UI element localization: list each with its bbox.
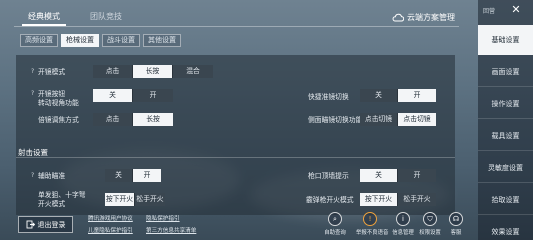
headset-icon: ☊ (449, 212, 463, 226)
divider (14, 26, 459, 27)
search-icon: ⌕ (328, 212, 342, 226)
link-user-agreement[interactable]: 腾讯游戏用户协议 (88, 214, 133, 222)
muzzle-hint-off[interactable]: 关 (360, 169, 398, 182)
sidebar-item-controls[interactable]: 操作设置 (478, 89, 533, 119)
aim-assist-label: 辅助瞄准 (38, 172, 66, 180)
scope-turn-on[interactable]: 开 (133, 89, 173, 102)
self-query-label: 自助查询 (324, 230, 346, 236)
report-icon: ! (363, 212, 377, 226)
close-icon[interactable]: ✕ (510, 4, 522, 16)
tab-high-frequency[interactable]: 高频设置 (20, 34, 58, 47)
scope-mode-hold[interactable]: 长按 (133, 65, 173, 78)
shield-icon: ⛉ (423, 212, 437, 226)
shotgun-fire-selector: 按下开火 松手开火 (360, 193, 436, 206)
cloud-icon (392, 13, 404, 21)
single-fire-label-2: 开火模式 (38, 200, 66, 208)
zoom-mode-hold[interactable]: 长按 (133, 113, 173, 126)
link-privacy[interactable]: 隐私保护指引 (146, 214, 180, 222)
quick-scope-selector: 关 开 (360, 89, 436, 102)
info-manage-label: 信息管理 (392, 230, 414, 236)
scope-mode-mixed[interactable]: 混合 (173, 65, 213, 78)
aim-assist-off[interactable]: 关 (105, 169, 133, 182)
shotgun-fire-press[interactable]: 按下开火 (360, 193, 398, 206)
settings-sidebar: 回营 ✕ 基础设置 画面设置 操作设置 载具设置 灵敏度设置 拾取设置 效果设置 (478, 0, 533, 240)
sidebar-item-pickup[interactable]: 拾取设置 (478, 185, 533, 215)
logout-button[interactable]: 退出登录 (18, 216, 73, 233)
quick-scope-on[interactable]: 开 (398, 89, 436, 102)
zoom-mode-label: 倍镜调焦方式 (38, 116, 79, 124)
single-fire-label: 单发狙、十字弩 (38, 191, 86, 199)
zoom-mode-selector: 点击 长按 (93, 113, 173, 126)
customer-service-button[interactable]: ☊ 客服 (442, 212, 470, 236)
permission-button[interactable]: ⛉ 权限设置 (416, 212, 444, 236)
info-icon: i (396, 212, 410, 226)
sidebar-header: 回营 ✕ (478, 4, 533, 18)
quick-scope-off[interactable]: 关 (360, 89, 398, 102)
sidebar-item-graphics[interactable]: 画面设置 (478, 57, 533, 87)
muzzle-hint-on[interactable]: 开 (398, 169, 436, 182)
side-scope-label: 侧面瞄镜切换功能 (308, 116, 363, 124)
quick-scope-label: 快捷准镜切换 (308, 93, 349, 101)
mode-tab-bar: 经典模式 团队竞技 云端方案管理 (0, 0, 478, 30)
tab-other[interactable]: 其他设置 (143, 34, 181, 47)
scope-mode-tap[interactable]: 点击 (93, 65, 133, 78)
cloud-scheme-button[interactable]: 云端方案管理 (392, 10, 455, 24)
info-manage-button[interactable]: i 信息管理 (389, 212, 417, 236)
cloud-scheme-label: 云端方案管理 (407, 12, 455, 22)
tab-firearm[interactable]: 枪械设置 (61, 34, 99, 47)
help-icon[interactable]: ? (31, 68, 34, 75)
single-fire-selector: 按下开火 松手开火 (105, 193, 165, 206)
muzzle-hint-label: 枪口顶墙提示 (308, 172, 349, 180)
shotgun-fire-label: 霰弹枪开火模式 (306, 196, 354, 204)
sidebar-item-vehicle[interactable]: 载具设置 (478, 121, 533, 151)
sidebar-item-effects[interactable]: 效果设置 (478, 217, 533, 240)
scope-turn-label: 开镜按钮 (38, 90, 66, 98)
report-voice-label: 举报不良语音 (356, 230, 389, 236)
return-camp-button[interactable]: 回营 (483, 6, 495, 15)
self-query-button[interactable]: ⌕ 自助查询 (321, 212, 349, 236)
logout-label: 退出登录 (37, 220, 66, 229)
scope-turn-label-2: 转动视角功能 (38, 99, 79, 107)
sub-tab-bar: 高频设置 枪械设置 战斗设置 其他设置 (20, 34, 181, 47)
help-icon[interactable]: ? (31, 90, 34, 97)
help-icon[interactable]: ? (31, 172, 34, 179)
aim-assist-on[interactable]: 开 (133, 169, 161, 182)
scope-turn-off[interactable]: 关 (93, 89, 133, 102)
customer-service-label: 客服 (450, 230, 462, 236)
side-scope-opt-2[interactable]: 点击切镜 (398, 113, 436, 126)
shotgun-fire-release[interactable]: 松手开火 (398, 193, 436, 206)
side-scope-opt-1[interactable]: 点击切镜 (360, 113, 398, 126)
sidebar-item-basic[interactable]: 基础设置 (478, 25, 533, 55)
link-third-party[interactable]: 第三方信息共享清单 (146, 226, 196, 234)
tab-classic-mode[interactable]: 经典模式 (22, 8, 66, 26)
logout-icon (26, 220, 35, 229)
divider (16, 157, 455, 158)
aim-assist-selector: 关 开 (105, 169, 161, 182)
tab-combat[interactable]: 战斗设置 (102, 34, 140, 47)
tab-team-deathmatch[interactable]: 团队竞技 (84, 8, 128, 26)
side-scope-selector: 点击切镜 点击切镜 (360, 113, 436, 126)
scope-mode-selector: 点击 长按 混合 (93, 65, 213, 78)
permission-label: 权限设置 (419, 230, 441, 236)
zoom-mode-tap[interactable]: 点击 (93, 113, 133, 126)
scope-mode-label: 开镜模式 (38, 68, 66, 76)
sidebar-item-sensitivity[interactable]: 灵敏度设置 (478, 153, 533, 183)
scope-turn-selector: 关 开 (93, 89, 173, 102)
single-fire-release[interactable]: 松手开火 (135, 193, 165, 206)
link-child-privacy[interactable]: 儿童隐私保护指引 (88, 226, 133, 234)
report-voice-button[interactable]: ! 举报不良语音 (356, 212, 389, 236)
single-fire-press[interactable]: 按下开火 (105, 193, 135, 206)
muzzle-hint-selector: 关 开 (360, 169, 436, 182)
